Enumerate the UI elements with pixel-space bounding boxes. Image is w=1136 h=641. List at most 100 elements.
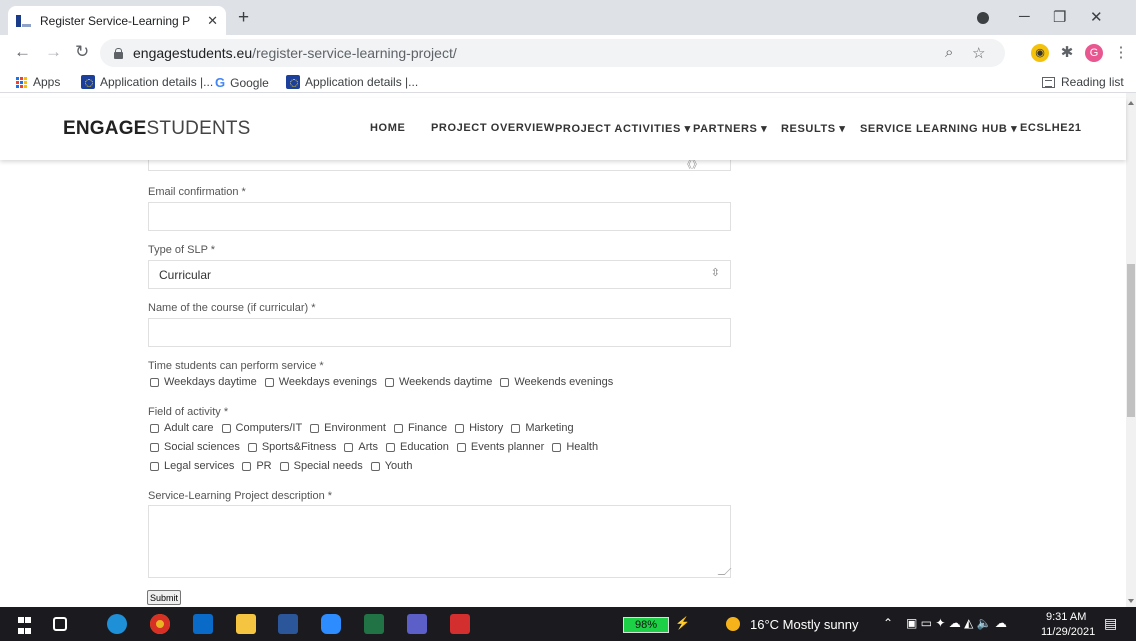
resize-grip-icon[interactable] [717,568,732,575]
site-logo[interactable]: ENGAGESTUDENTS [63,118,251,140]
tray-chevron-icon[interactable]: ⌃ [883,616,893,630]
profile-menu-icon[interactable] [977,12,989,24]
email-field[interactable]: 《》 [148,160,731,171]
checkbox-weekends-daytime[interactable] [384,377,394,387]
checkbox-label: Computers/IT [235,422,303,434]
checkbox-label: Marketing [525,422,574,434]
outlook-icon[interactable] [193,614,213,634]
checkbox-weekends-evenings[interactable] [500,377,510,387]
page-scrollbar[interactable] [1126,93,1136,607]
task-view-icon[interactable] [53,617,67,631]
nav-service-learning-hub[interactable]: SERVICE LEARNING HUB ▾ [860,122,1017,135]
address-bar[interactable]: engagestudents.eu /register-service-lear… [100,39,1005,67]
checkbox-special-needs[interactable] [279,461,289,471]
restore-icon[interactable]: ❐ [1053,8,1066,26]
forward-arrow-icon[interactable]: → [45,42,62,62]
acrobat-icon[interactable] [450,614,470,634]
extension-search-icon[interactable]: ◉ [1031,44,1049,62]
checkbox-education[interactable] [385,442,395,452]
type-of-slp-select[interactable]: Curricular ⇳ [148,260,731,289]
nav-partners[interactable]: PARTNERS ▾ [693,122,767,135]
type-of-slp-label: Type of SLP * [148,244,216,256]
checkbox-history[interactable] [455,423,465,433]
checkbox-finance[interactable] [393,423,403,433]
checkbox-label: Weekdays evenings [278,376,377,388]
zoom-app-icon[interactable] [321,614,341,634]
battery-indicator[interactable]: 98% [623,617,669,633]
checkbox-marketing[interactable] [511,423,521,433]
lock-icon[interactable] [114,47,123,59]
close-window-icon[interactable]: ✕ [1090,8,1103,26]
reload-icon[interactable]: ↻ [75,42,89,62]
checkbox-label: Weekends daytime [398,376,493,388]
nav-project-activities[interactable]: PROJECT ACTIVITIES ▾ [555,122,691,135]
checkbox-arts[interactable] [344,442,354,452]
scroll-down-icon[interactable] [1128,599,1134,603]
edge-icon[interactable] [107,614,127,634]
extensions-puzzle-icon[interactable]: ✱ [1058,44,1076,62]
checkbox-events-planner[interactable] [456,442,466,452]
checkbox-weekdays-daytime[interactable] [150,377,159,387]
email-confirmation-input[interactable] [148,202,731,231]
course-name-label: Name of the course (if curricular) * [148,302,316,314]
scroll-thumb[interactable] [1127,264,1135,417]
checkbox-label: Events planner [470,441,545,453]
browser-tab[interactable]: Register Service-Learning Project ✕ [8,6,226,35]
checkbox-label: Sports&Fitness [261,441,337,453]
checkbox-legal-services[interactable] [150,461,159,471]
bookmark-star-icon[interactable]: ☆ [972,44,985,62]
checkbox-social-sciences[interactable] [150,442,159,452]
clock-time[interactable]: 9:31 AM [1046,611,1086,623]
course-name-input[interactable] [148,318,731,347]
windows-start-icon[interactable] [18,617,38,637]
teams-icon[interactable] [407,614,427,634]
checkbox-youth[interactable] [370,461,380,471]
description-label: Service-Learning Project description * [148,490,333,502]
eu-flag-icon [286,75,300,89]
bookmark-apps[interactable]: Apps [16,75,60,89]
nav-results[interactable]: RESULTS ▾ [781,122,846,135]
close-tab-icon[interactable]: ✕ [207,13,218,29]
word-icon[interactable] [278,614,298,634]
registration-form: 《》 Email confirmation * Type of SLP * Cu… [0,160,1126,607]
file-explorer-icon[interactable] [236,614,256,634]
site-favicon-icon [16,14,32,27]
checkbox-pr[interactable] [242,461,252,471]
url-path: /register-service-learning-project/ [252,45,457,61]
menu-dots-icon[interactable]: ⋮ [1112,44,1130,62]
checkbox-environment[interactable] [310,423,320,433]
checkbox-weekdays-evenings[interactable] [264,377,274,387]
zoom-icon[interactable]: ⌕ [945,44,953,61]
bookmark-google[interactable]: G Google [215,75,269,90]
tab-title: Register Service-Learning Project [40,13,190,28]
url-host: engagestudents.eu [133,45,253,61]
checkbox-label: Environment [324,422,386,434]
tray-icons[interactable]: ▣ ▭ ✦ ☁ ◭ 🔈 ☁ [906,616,1007,630]
checkbox-adult-care[interactable] [150,423,159,433]
password-manager-icon[interactable]: 《》 [682,160,702,171]
description-textarea[interactable] [148,505,732,578]
new-tab-button[interactable]: + [238,8,249,27]
checkbox-computers-it[interactable] [221,423,231,433]
back-arrow-icon[interactable]: ← [14,42,31,62]
weather-sun-icon[interactable] [726,617,740,631]
checkbox-sports-fitness[interactable] [247,442,257,452]
checkbox-health[interactable] [552,442,562,452]
submit-button[interactable]: Submit [147,590,182,605]
profile-avatar[interactable]: G [1085,44,1103,62]
excel-icon[interactable] [364,614,384,634]
nav-home[interactable]: HOME [370,122,405,134]
weather-text[interactable]: 16°C Mostly sunny [750,617,859,632]
scroll-up-icon[interactable] [1128,101,1134,105]
bookmark-application-details-1[interactable]: Application details |... [81,75,213,89]
notifications-icon[interactable]: ▤ [1104,615,1117,632]
logo-light-text: STUDENTS [146,118,251,139]
chrome-icon[interactable] [150,614,170,634]
reading-list-icon [1042,76,1055,88]
reading-list[interactable]: Reading list [1042,75,1124,89]
nav-project-overview[interactable]: PROJECT OVERVIEW [431,122,555,134]
minimize-icon[interactable]: ─ [1019,8,1030,25]
bookmark-application-details-2[interactable]: Application details |... [286,75,418,89]
nav-ecslhe21[interactable]: ECSLHE21 [1020,122,1082,134]
clock-date[interactable]: 11/29/2021 [1041,626,1095,638]
